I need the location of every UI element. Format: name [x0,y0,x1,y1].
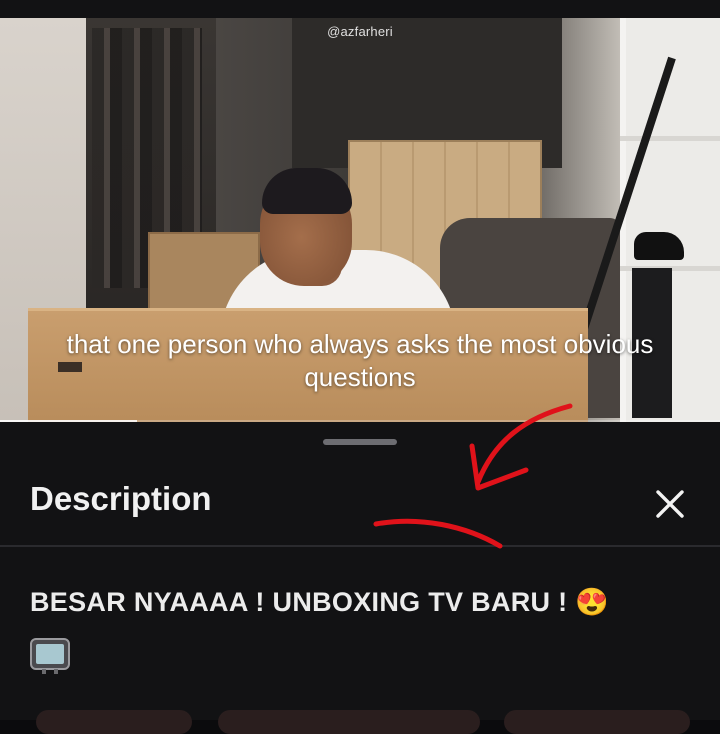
top-status-strip [0,0,720,18]
sheet-divider [0,545,720,547]
close-icon [656,490,684,518]
video-caption: that one person who always asks the most… [66,329,654,392]
sheet-chip-row [0,710,720,734]
sheet-title: Description [30,480,212,517]
sheet-chip[interactable] [36,710,192,734]
shoes-on-shelf [634,232,684,260]
description-sheet: Description BESAR NYAAAA ! UNBOXING TV B… [0,422,720,734]
tv-icon [30,637,70,680]
video-player[interactable]: @azfarheri that one person who always as… [0,18,720,422]
shelf-plank [620,136,720,141]
sheet-chip[interactable] [218,710,480,734]
person-hair [262,168,352,214]
video-description: BESAR NYAAAA ! UNBOXING TV BARU ! 😍 [30,587,610,617]
creator-watermark: @azfarheri [327,24,393,39]
close-button[interactable] [648,482,692,526]
sheet-chip[interactable] [504,710,690,734]
sheet-drag-handle[interactable] [323,439,397,445]
